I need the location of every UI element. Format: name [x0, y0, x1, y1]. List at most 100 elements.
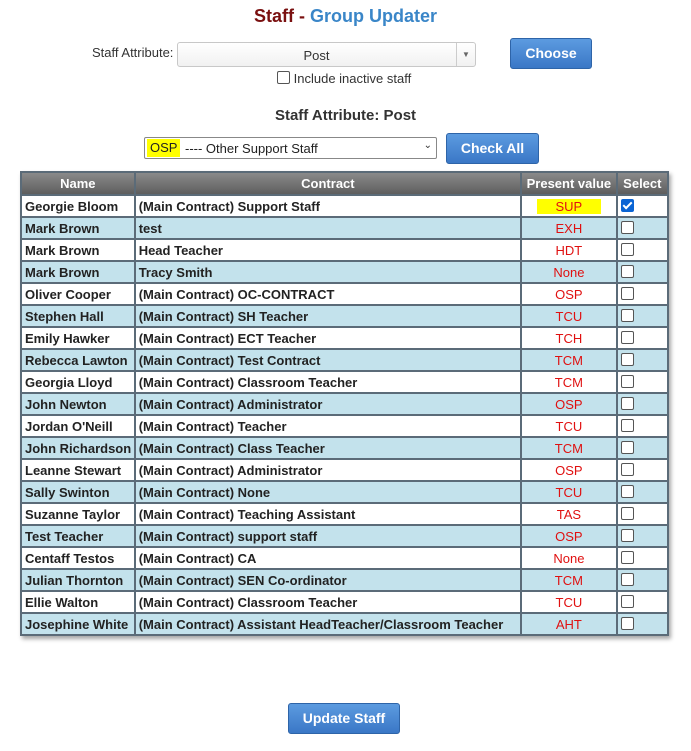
- update-staff-button[interactable]: Update Staff: [288, 703, 400, 734]
- staff-name-cell: Josephine White: [22, 614, 134, 634]
- row-select-checkbox[interactable]: [620, 440, 634, 454]
- contract-cell: (Main Contract) Classroom Teacher: [135, 372, 521, 392]
- contract-cell: (Main Contract) support staff: [135, 526, 521, 546]
- present-value-cell: TCM: [522, 372, 616, 392]
- select-cell: [617, 592, 667, 612]
- present-value-text: None: [553, 550, 585, 566]
- table-row: Emily Hawker (Main Contract) ECT Teacher T…: [22, 328, 667, 348]
- present-value-cell: OSP: [522, 460, 616, 480]
- staff-name-cell: Jordan O'Neill: [22, 416, 134, 436]
- contract-cell: (Main Contract) Administrator: [135, 460, 521, 480]
- table-row: Test Teacher (Main Contract) support staf…: [22, 526, 667, 546]
- present-value-text: TCM: [554, 374, 583, 390]
- staff-name-cell: Georgia Lloyd: [22, 372, 134, 392]
- staff-attribute-select[interactable]: Post ▼: [177, 42, 476, 67]
- choose-button[interactable]: Choose: [510, 38, 592, 69]
- present-value-cell: TCM: [522, 438, 616, 458]
- table-row: Sally Swinton (Main Contract) None TCU: [22, 482, 667, 502]
- select-cell: [617, 306, 667, 326]
- staff-name-cell: Suzanne Taylor: [22, 504, 134, 524]
- present-value-cell: OSP: [522, 394, 616, 414]
- present-value-text: EXH: [555, 220, 583, 236]
- select-cell: [617, 372, 667, 392]
- column-header-select[interactable]: Select: [617, 173, 667, 194]
- present-value-cell: None: [522, 548, 616, 568]
- present-value-cell: None: [522, 262, 616, 282]
- staff-name-cell: Oliver Cooper: [22, 284, 134, 304]
- contract-cell: (Main Contract) SH Teacher: [135, 306, 521, 326]
- page-title: Staff - Group Updater: [0, 6, 691, 27]
- present-value-cell: OSP: [522, 284, 616, 304]
- staff-name-cell: Mark Brown: [22, 240, 134, 260]
- contract-cell: (Main Contract) Test Contract: [135, 350, 521, 370]
- row-select-checkbox[interactable]: [620, 594, 634, 608]
- row-select-checkbox[interactable]: [620, 528, 634, 542]
- select-cell: [617, 218, 667, 238]
- present-value-text: HDT: [555, 242, 583, 258]
- include-inactive-label: Include inactive staff: [293, 71, 412, 86]
- select-cell: [617, 394, 667, 414]
- row-select-checkbox[interactable]: [620, 616, 634, 630]
- row-select-checkbox[interactable]: [620, 264, 634, 278]
- select-cell: [617, 504, 667, 524]
- row-select-checkbox[interactable]: [620, 396, 634, 410]
- row-select-checkbox[interactable]: [620, 484, 634, 498]
- contract-cell: (Main Contract) Teacher: [135, 416, 521, 436]
- row-select-checkbox[interactable]: [620, 506, 634, 520]
- row-select-checkbox[interactable]: [620, 374, 634, 388]
- table-row: Jordan O'Neill (Main Contract) Teacher TCU: [22, 416, 667, 436]
- table-row: John Richardson (Main Contract) Class Tea…: [22, 438, 667, 458]
- table-row: Georgia Lloyd (Main Contract) Classroom T…: [22, 372, 667, 392]
- row-select-checkbox[interactable]: [620, 198, 634, 212]
- select-cell: [617, 614, 667, 634]
- present-value-cell: AHT: [522, 614, 616, 634]
- contract-cell: (Main Contract) Teaching Assistant: [135, 504, 521, 524]
- select-cell: [617, 284, 667, 304]
- value-select[interactable]: OSP ---- Other Support Staff ⌄: [144, 137, 437, 159]
- row-select-checkbox[interactable]: [620, 462, 634, 476]
- table-row: Oliver Cooper (Main Contract) OC-CONTRACT…: [22, 284, 667, 304]
- table-row: Centaff Testos (Main Contract) CA None: [22, 548, 667, 568]
- column-header-present-value[interactable]: Present value: [522, 173, 616, 194]
- present-value-cell: TCH: [522, 328, 616, 348]
- column-header-contract[interactable]: Contract: [135, 173, 521, 194]
- contract-cell: Tracy Smith: [135, 262, 521, 282]
- contract-cell: (Main Contract) Assistant HeadTeacher/Cl…: [135, 614, 521, 634]
- attribute-subheading: Staff Attribute: Post: [274, 107, 417, 124]
- select-cell: [617, 570, 667, 590]
- row-select-checkbox[interactable]: [620, 286, 634, 300]
- staff-name-cell: Centaff Testos: [22, 548, 134, 568]
- present-value-cell: OSP: [522, 526, 616, 546]
- staff-attribute-label: Staff Attribute:: [92, 45, 174, 60]
- table-row: Julian Thornton (Main Contract) SEN Co-or…: [22, 570, 667, 590]
- present-value-text: OSP: [555, 462, 583, 478]
- contract-cell: Head Teacher: [135, 240, 521, 260]
- table-row: John Newton (Main Contract) Administrator…: [22, 394, 667, 414]
- check-all-button[interactable]: Check All: [446, 133, 539, 164]
- present-value-cell: TCM: [522, 350, 616, 370]
- column-header-name[interactable]: Name: [22, 173, 134, 194]
- row-select-checkbox[interactable]: [620, 308, 634, 322]
- row-select-checkbox[interactable]: [620, 220, 634, 234]
- include-inactive-checkbox[interactable]: [277, 71, 290, 84]
- select-cell: [617, 416, 667, 436]
- staff-table: Name Contract Present value Select Georg…: [20, 171, 669, 636]
- contract-cell: (Main Contract) Administrator: [135, 394, 521, 414]
- present-value-text: TCU: [555, 418, 583, 434]
- present-value-text: TCU: [555, 308, 583, 324]
- contract-cell: (Main Contract) SEN Co-ordinator: [135, 570, 521, 590]
- staff-name-cell: Leanne Stewart: [22, 460, 134, 480]
- staff-attribute-value: Post: [303, 48, 330, 63]
- table-row: Georgie Bloom (Main Contract) Support Sta…: [22, 196, 667, 216]
- select-cell: [617, 482, 667, 502]
- row-select-checkbox[interactable]: [620, 418, 634, 432]
- row-select-checkbox[interactable]: [620, 242, 634, 256]
- present-value-cell: SUP: [522, 196, 616, 216]
- staff-name-cell: Julian Thornton: [22, 570, 134, 590]
- table-row: Leanne Stewart (Main Contract) Administra…: [22, 460, 667, 480]
- row-select-checkbox[interactable]: [620, 330, 634, 344]
- row-select-checkbox[interactable]: [620, 352, 634, 366]
- row-select-checkbox[interactable]: [620, 550, 634, 564]
- select-cell: [617, 438, 667, 458]
- row-select-checkbox[interactable]: [620, 572, 634, 586]
